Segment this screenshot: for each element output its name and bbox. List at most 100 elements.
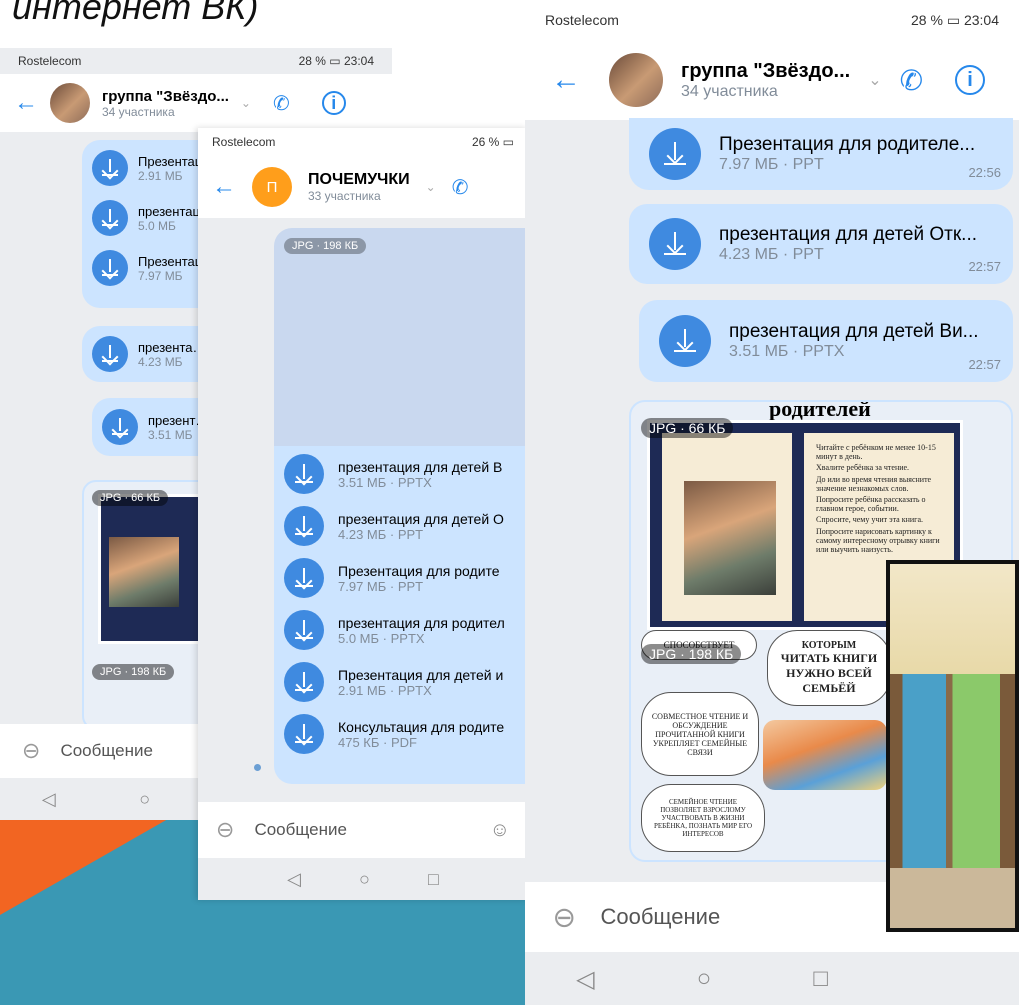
download-icon[interactable] bbox=[284, 558, 324, 598]
nav-home-icon[interactable]: ○ bbox=[139, 789, 150, 810]
download-icon[interactable] bbox=[92, 336, 128, 372]
phone-icon[interactable]: ✆ bbox=[452, 175, 469, 200]
poster-cloud-bottom: СЕМЕЙНОЕ ЧТЕНИЕ ПОЗВОЛЯЕТ ВЗРОСЛОМУ УЧАС… bbox=[641, 784, 765, 852]
chat-title[interactable]: ПОЧЕМУЧКИ bbox=[308, 171, 410, 189]
file-meta: 475 КБ · PDF bbox=[338, 734, 417, 750]
slide-title: интернет ВК) bbox=[12, 0, 259, 27]
download-icon[interactable] bbox=[92, 250, 128, 286]
file-meta: 7.97 МБ · PPT bbox=[338, 578, 424, 594]
chat-members: 33 участника bbox=[308, 189, 381, 203]
info-icon[interactable]: i bbox=[321, 91, 346, 115]
avatar[interactable]: П bbox=[252, 167, 292, 207]
phone-icon[interactable]: ✆ bbox=[273, 91, 290, 116]
nav-back-icon[interactable]: ◁ bbox=[287, 869, 301, 890]
battery-icon: ▭ bbox=[502, 135, 514, 149]
file-meta: 7.97 МБ · PPT bbox=[719, 156, 824, 173]
nav-recents-icon[interactable]: □ bbox=[428, 869, 439, 890]
poster-cloud-left: СОВМЕСТНОЕ ЧТЕНИЕ И ОБСУЖДЕНИЕ ПРОЧИТАНН… bbox=[641, 692, 759, 776]
download-icon[interactable] bbox=[659, 315, 711, 367]
chat-header: ← группа "Звёздо... 34 участника ⌄ ✆ i bbox=[525, 40, 1019, 120]
nav-back-icon[interactable]: ◁ bbox=[42, 789, 56, 810]
file-meta: 5.0 МБ · PPTX bbox=[338, 630, 425, 646]
back-arrow-icon[interactable]: ← bbox=[212, 173, 236, 201]
download-icon[interactable] bbox=[649, 128, 701, 180]
image-size-badge: JPG · 198 КБ bbox=[641, 644, 742, 664]
file-meta: 4.23 МБ · PPT bbox=[338, 526, 424, 542]
file-item[interactable]: презентация для детей О 4.23 МБ · PPT bbox=[284, 506, 528, 546]
image-message[interactable]: JPG · 198 КБ bbox=[274, 228, 528, 446]
phone-middle: Rostelecom 26 % ▭ ← П ПОЧЕМУЧКИ 33 участ… bbox=[198, 128, 528, 900]
file-meta: 3.51 МБ · PPTX bbox=[729, 343, 845, 360]
message-input[interactable]: Сообщение bbox=[254, 820, 469, 840]
chevron-down-icon[interactable]: ⌄ bbox=[868, 70, 881, 90]
nav-recents-icon[interactable]: □ bbox=[813, 965, 828, 993]
chat-members: 34 участника bbox=[681, 82, 778, 100]
file-item[interactable]: презентация для родител 5.0 МБ · PPTX bbox=[284, 610, 528, 650]
battery-icon: ▭ bbox=[946, 11, 961, 28]
carrier-label: Rostelecom bbox=[212, 135, 276, 149]
file-meta: 4.23 МБ · PPT bbox=[719, 246, 824, 263]
file-name: презентация для детей Отк... bbox=[719, 224, 978, 245]
image-size-badge: JPG · 66 КБ bbox=[641, 418, 734, 438]
avatar[interactable] bbox=[609, 53, 663, 107]
download-icon[interactable] bbox=[649, 218, 701, 270]
nav-home-icon[interactable]: ○ bbox=[697, 965, 712, 993]
download-icon[interactable] bbox=[284, 714, 324, 754]
paperclip-icon[interactable]: ⊘ bbox=[16, 735, 47, 766]
classroom-photo bbox=[886, 560, 1019, 932]
back-arrow-icon[interactable]: ← bbox=[551, 63, 581, 97]
info-icon[interactable]: i bbox=[955, 65, 986, 95]
avatar[interactable] bbox=[50, 83, 90, 123]
poster-bullets: Читайте с ребёнком не менее 10-15 минут … bbox=[816, 443, 940, 554]
status-bar: Rostelecom 26 % ▭ bbox=[198, 128, 528, 156]
file-message[interactable]: презентация для детей Ви... 3.51 МБ · PPT… bbox=[639, 300, 1013, 382]
chat-title[interactable]: группа "Звёздо... bbox=[102, 88, 229, 105]
poster-cloud-center: КОТОРЫМ ЧИТАТЬ КНИГИ НУЖНО ВСЕЙ СЕМЬЁЙ bbox=[767, 630, 891, 706]
file-message[interactable]: презентация для детей Отк... 4.23 МБ · PP… bbox=[629, 204, 1013, 284]
boy-reading-image bbox=[684, 481, 776, 595]
file-name: Презентация для детей и bbox=[338, 666, 504, 683]
back-arrow-icon[interactable]: ← bbox=[14, 89, 38, 117]
download-icon[interactable] bbox=[284, 610, 324, 650]
battery-icon: ▭ bbox=[329, 54, 341, 68]
file-item[interactable]: презентация для детей В 3.51 МБ · PPTX bbox=[284, 454, 528, 494]
image-size-badge: JPG · 198 КБ bbox=[284, 238, 367, 254]
chevron-down-icon[interactable]: ⌄ bbox=[426, 180, 436, 194]
carrier-label: Rostelecom bbox=[18, 54, 82, 68]
file-meta: 2.91 МБ · PPTX bbox=[338, 682, 432, 698]
chat-members: 34 участника bbox=[102, 104, 175, 119]
paperclip-icon[interactable]: ⊘ bbox=[545, 897, 585, 937]
paperclip-icon[interactable]: ⊘ bbox=[210, 814, 241, 845]
avatar-letter: П bbox=[266, 178, 278, 196]
file-item[interactable]: Презентация для родите 7.97 МБ · PPT bbox=[284, 558, 528, 598]
file-name: презентация для родител bbox=[338, 614, 505, 631]
chat-title[interactable]: группа "Звёздо... bbox=[681, 60, 850, 83]
download-icon[interactable] bbox=[284, 506, 324, 546]
message-input[interactable]: Сообщение bbox=[600, 904, 720, 930]
system-nav-bar: ◁ ○ □ bbox=[525, 953, 1019, 1005]
image-size-badge: JPG · 66 КБ bbox=[92, 490, 169, 506]
message-input[interactable]: Сообщение bbox=[60, 741, 153, 761]
family-reading-image bbox=[763, 720, 887, 790]
file-item[interactable]: Консультация для родите 475 КБ · PDF bbox=[284, 714, 528, 754]
file-list-message[interactable]: презентация для детей В 3.51 МБ · PPTX пр… bbox=[274, 446, 528, 784]
file-message[interactable]: Презентация для родителе... 7.97 МБ · PPT… bbox=[629, 118, 1013, 190]
nav-home-icon[interactable]: ○ bbox=[359, 869, 370, 890]
chevron-down-icon[interactable]: ⌄ bbox=[241, 96, 251, 110]
download-icon[interactable] bbox=[92, 150, 128, 186]
nav-back-icon[interactable]: ◁ bbox=[576, 965, 594, 994]
download-icon[interactable] bbox=[102, 409, 138, 445]
file-name: презентация для детей О bbox=[338, 510, 504, 527]
chat-header: ← группа "Звёздо... 34 участника ⌄ ✆ i bbox=[0, 74, 392, 132]
file-item[interactable]: Презентация для детей и 2.91 МБ · PPTX bbox=[284, 662, 528, 702]
message-time: 22:57 bbox=[968, 357, 1001, 372]
battery-label: 28 % bbox=[298, 54, 326, 68]
image-size-badge: JPG · 198 КБ bbox=[92, 664, 175, 680]
download-icon[interactable] bbox=[284, 454, 324, 494]
file-meta: 3.51 МБ · PPTX bbox=[338, 474, 432, 490]
emoji-icon[interactable]: ☺ bbox=[490, 819, 510, 842]
file-name: презентация для детей В bbox=[338, 458, 503, 475]
download-icon[interactable] bbox=[92, 200, 128, 236]
phone-icon[interactable]: ✆ bbox=[900, 64, 923, 97]
download-icon[interactable] bbox=[284, 662, 324, 702]
